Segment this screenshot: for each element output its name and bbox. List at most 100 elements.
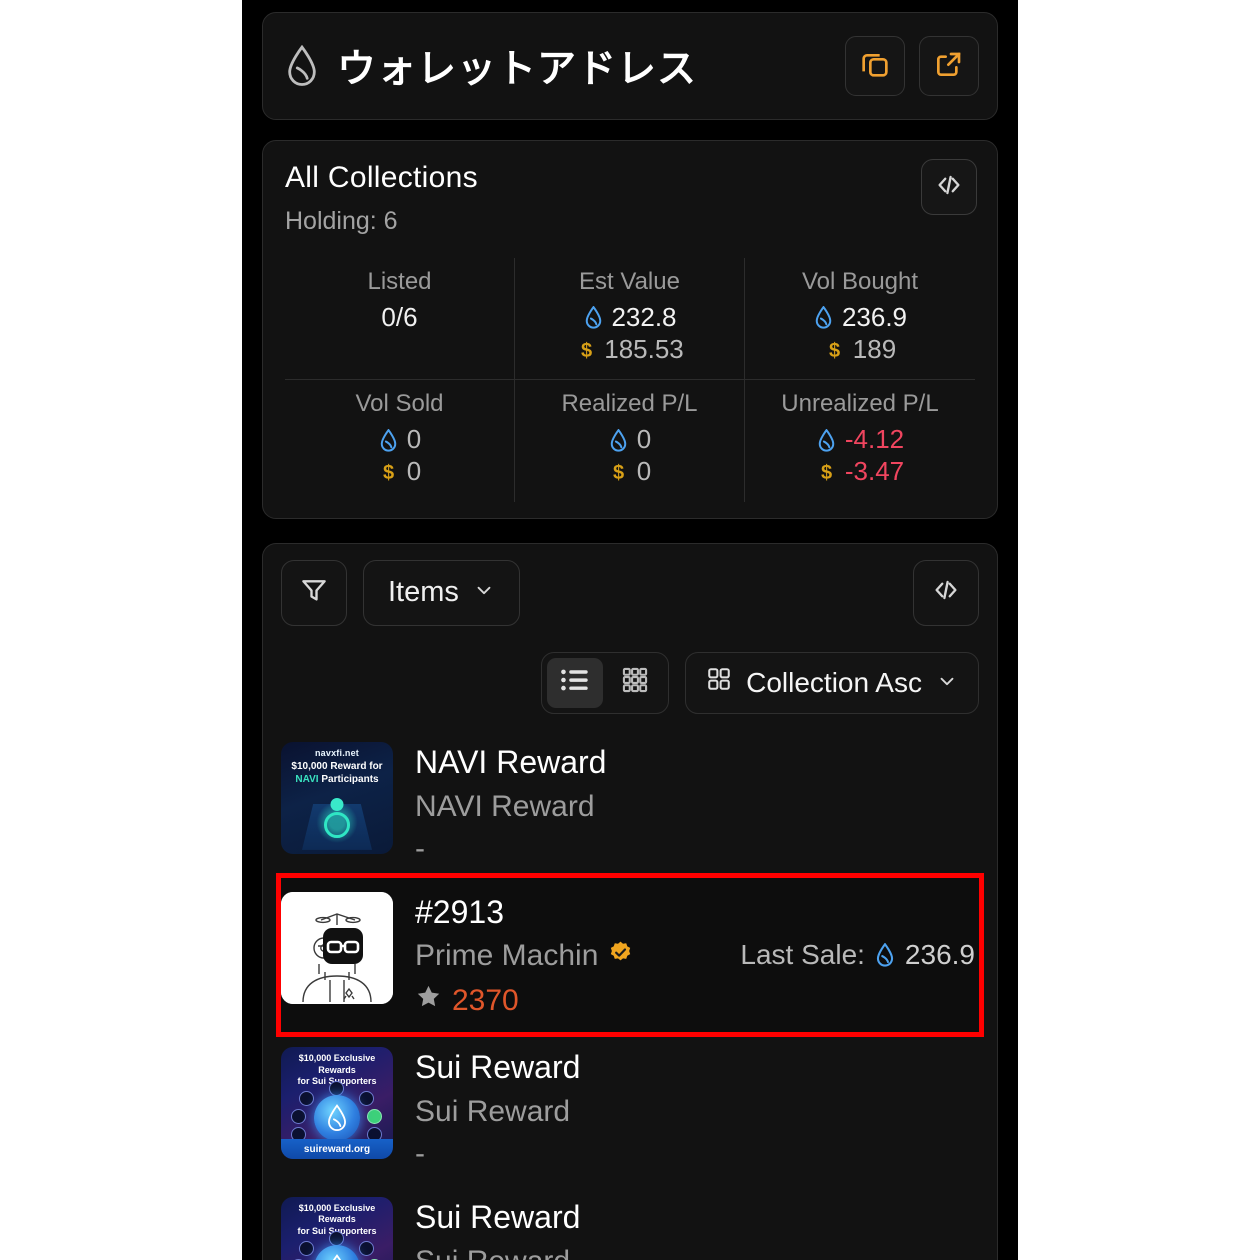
stat-value-usd: 0 (636, 456, 652, 487)
grid-view-button[interactable] (607, 658, 663, 708)
view-sort-bar: Collection Asc (262, 641, 998, 728)
row-body: NAVI Reward NAVI Reward - (415, 742, 979, 864)
item-last-sale: Last Sale: 236.9 (740, 939, 979, 971)
item-price-placeholder: - (415, 1137, 425, 1171)
item-price-placeholder: - (415, 831, 425, 865)
wallet-header: ウォレットアドレス (262, 12, 998, 120)
thumb-token-decor (329, 1081, 344, 1097)
row-body: #2913 Prime Machin 2370 (415, 892, 718, 1019)
nft-thumbnail: navxfi.net $10,000 Reward for NAVI Parti… (281, 741, 393, 854)
copy-address-button[interactable] (845, 36, 905, 96)
star-icon (415, 983, 442, 1018)
stat-value-usd: 189 (852, 333, 897, 364)
dollar-icon: $ (824, 337, 846, 363)
thumb-brand-text: navxfi.net (314, 747, 359, 758)
sui-droplet-icon (281, 43, 323, 89)
sui-droplet-icon (816, 427, 838, 453)
stat-label: Vol Sold (355, 390, 444, 418)
stat-realized-pl: Realized P/L 0 $ 0 (515, 380, 745, 502)
item-collection: Prime Machin (415, 939, 599, 973)
thumb-footer-text: suireward.org (281, 1139, 393, 1160)
summary-code-button[interactable] (921, 159, 977, 215)
stat-value-usd: 0 (406, 456, 422, 487)
open-external-button[interactable] (919, 36, 979, 96)
items-dropdown-label: Items (388, 576, 459, 609)
sui-droplet-icon (378, 427, 400, 453)
filter-icon (299, 575, 329, 610)
stat-unrealized-pl: Unrealized P/L -4.12 $ -3.47 (745, 380, 975, 501)
stat-vol-sold: Vol Sold 0 $ 0 (285, 380, 515, 502)
table-row-selected[interactable]: #2913 Prime Machin 2370 Last Sale: 236.9 (276, 872, 984, 1038)
stat-value-sui: 0 (406, 424, 422, 455)
stat-value-sui: 236.9 (841, 302, 908, 332)
sui-droplet-icon (813, 305, 835, 331)
table-row[interactable]: $10,000 Exclusive Rewards for Sui Suppor… (281, 1183, 979, 1260)
stat-label: Unrealized P/L (781, 390, 939, 418)
stat-value: 0/6 (381, 302, 418, 332)
thumb-sui-orb (314, 1095, 360, 1142)
thumb-token-decor (367, 1109, 382, 1125)
thumb-token-decor (329, 1231, 344, 1247)
list-view-icon (560, 667, 590, 698)
robot-avatar-icon (281, 891, 393, 1004)
sort-dropdown[interactable]: Collection Asc (685, 651, 979, 714)
thumb-token-decor (291, 1109, 306, 1125)
filter-button[interactable] (281, 559, 347, 626)
list-view-button[interactable] (547, 657, 604, 708)
sui-droplet-icon (608, 427, 630, 453)
stat-listed: Listed 0/6 (285, 258, 515, 381)
stat-label: Vol Bought (801, 268, 919, 295)
item-title: Sui Reward (415, 1199, 581, 1236)
stat-label: Listed (367, 268, 432, 295)
grid-view-icon (621, 666, 649, 699)
dollar-icon: $ (608, 459, 630, 485)
row-body: Sui Reward Sui Reward - (415, 1047, 979, 1169)
collections-summary-card: All Collections Holding: 6 Listed 0/6 Es… (262, 140, 998, 519)
stat-vol-bought: Vol Bought 236.9 $ 189 (745, 258, 975, 381)
thumb-ring-decor (324, 811, 350, 838)
svg-text:$: $ (383, 462, 394, 484)
svg-text:$: $ (613, 462, 624, 484)
page-title: ウォレットアドレス (337, 48, 698, 91)
filter-toolbar: Items (262, 542, 998, 642)
thumb-line2-prefix: NAVI (295, 773, 319, 785)
external-link-icon (933, 48, 965, 85)
dollar-icon: $ (575, 337, 597, 363)
stat-value-sui: 0 (636, 424, 652, 455)
thumb-line2-suffix: Participants (318, 773, 379, 785)
thumb-line1-text: $10,000 Exclusive Rewards (298, 1203, 376, 1225)
stat-value-sui: 232.8 (611, 302, 677, 332)
nft-thumbnail: $10,000 Exclusive Rewards for Sui Suppor… (281, 1197, 393, 1260)
item-title: Sui Reward (415, 1049, 581, 1086)
chevron-down-icon (473, 576, 495, 609)
grid-small-icon (706, 666, 732, 699)
table-row[interactable]: navxfi.net $10,000 Reward for NAVI Parti… (281, 728, 979, 878)
thumb-token-decor (359, 1091, 374, 1107)
view-mode-toggle[interactable] (541, 651, 670, 714)
items-dropdown[interactable]: Items (363, 559, 520, 626)
app-viewport: ウォレットアドレス All Collections Holding: 6 Lis… (242, 0, 1018, 1260)
table-row[interactable]: $10,000 Exclusive Rewards for Sui Suppor… (281, 1032, 979, 1183)
stat-value-sui: -4.12 (844, 424, 905, 455)
item-title: NAVI Reward (415, 743, 607, 780)
thumb-sui-orb (314, 1245, 360, 1260)
last-sale-label: Last Sale: (740, 939, 865, 970)
items-code-button[interactable] (913, 559, 979, 626)
stats-grid: Listed 0/6 Est Value 232.8 $ 185.53 Vol … (285, 258, 975, 502)
item-collection: Sui Reward (415, 1095, 571, 1129)
svg-text:$: $ (829, 340, 840, 362)
stat-est-value: Est Value 232.8 $ 185.53 (515, 258, 745, 381)
holding-count: Holding: 6 (285, 207, 398, 235)
dollar-icon: $ (378, 459, 400, 485)
svg-text:$: $ (821, 462, 832, 484)
item-title: #2913 (415, 893, 504, 930)
thumb-line1-text: $10,000 Exclusive Rewards (298, 1053, 376, 1075)
copy-icon (859, 48, 891, 85)
stat-label: Est Value (579, 268, 680, 295)
item-collection: NAVI Reward (415, 789, 595, 823)
sort-dropdown-label: Collection Asc (746, 666, 922, 698)
nft-thumbnail (281, 891, 393, 1004)
last-sale-amount: 236.9 (904, 939, 975, 970)
item-collection: Sui Reward (415, 1245, 570, 1260)
item-rank: 2370 (452, 983, 519, 1017)
